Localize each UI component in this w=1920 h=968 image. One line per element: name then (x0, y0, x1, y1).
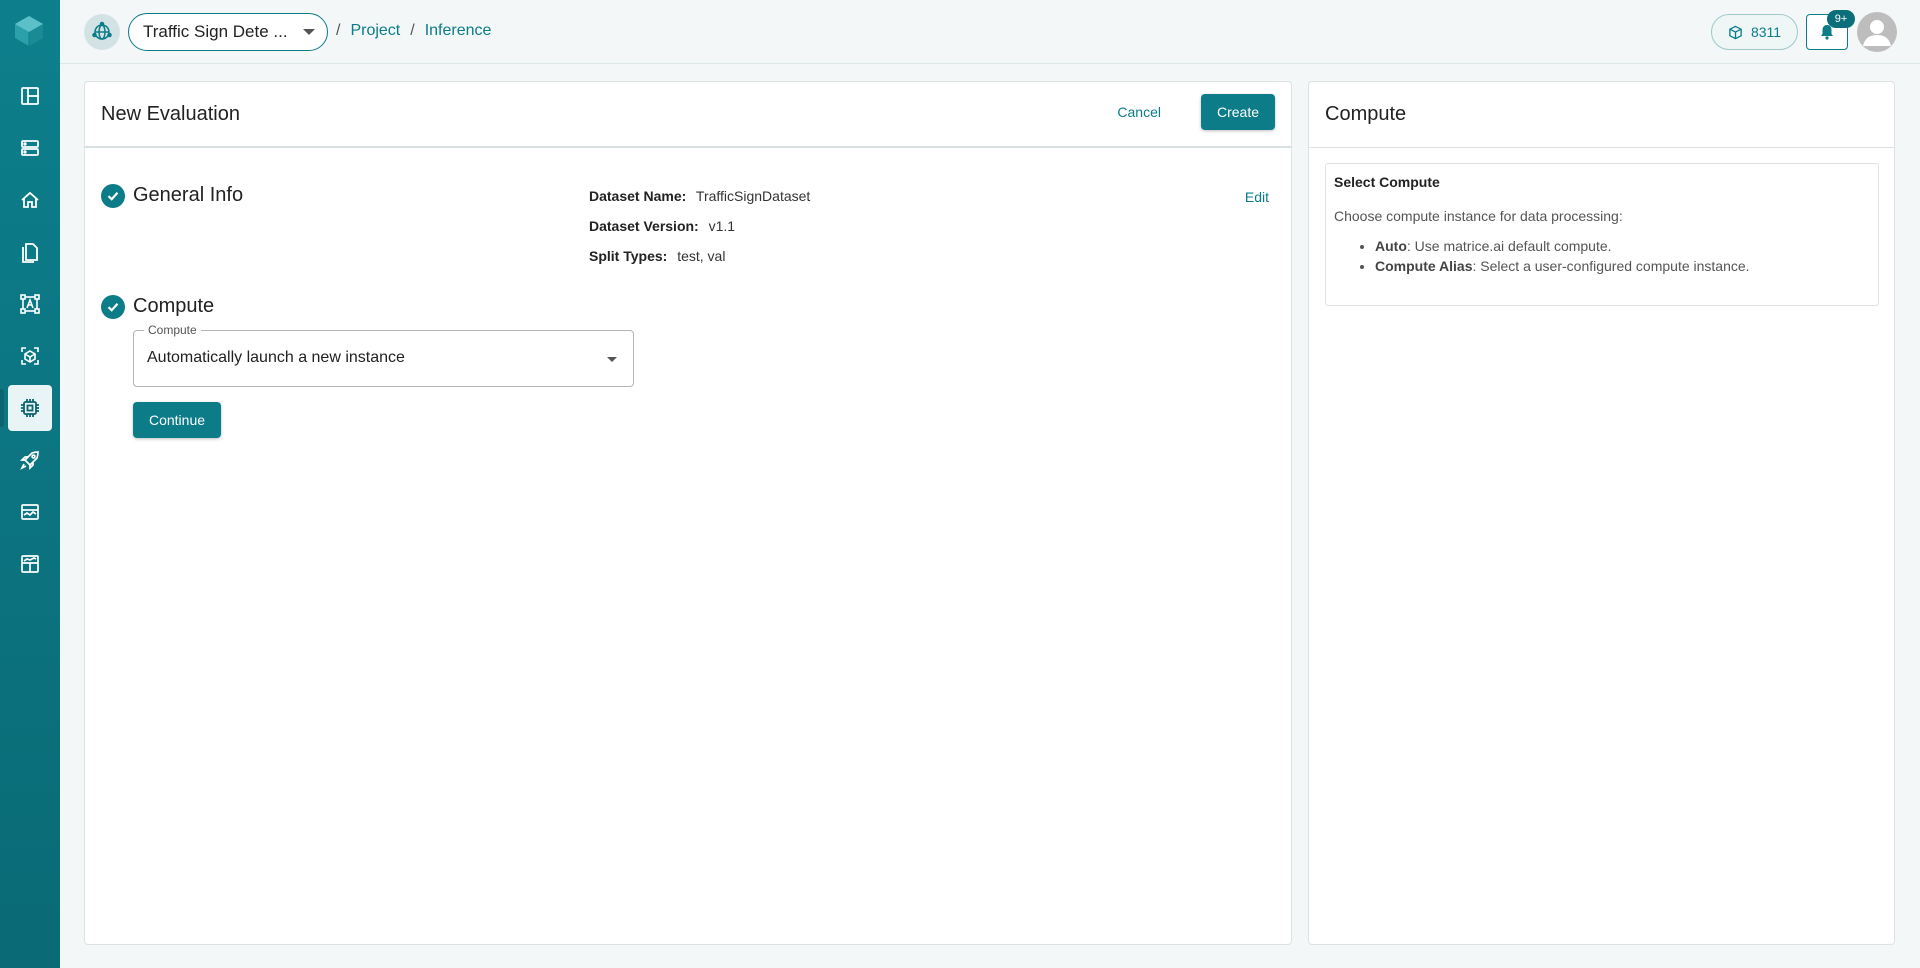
help-title: Select Compute (1334, 174, 1440, 190)
cancel-button[interactable]: Cancel (1117, 104, 1161, 120)
sidebar-item-deploy[interactable] (8, 437, 52, 483)
sidebar-item-layout[interactable] (8, 73, 52, 119)
chevron-down-icon (303, 29, 315, 35)
layout-icon (21, 87, 39, 105)
monitor-icon (21, 504, 39, 520)
dataset-name-row: Dataset Name: TrafficSignDataset (589, 188, 810, 204)
credits-button[interactable]: 8311 (1711, 14, 1798, 50)
help-description: Choose compute instance for data process… (1334, 208, 1623, 224)
compute-field-label: Compute (144, 323, 201, 337)
list-item: Compute Alias: Select a user-configured … (1375, 258, 1870, 274)
sidebar-item-dashboard[interactable] (8, 541, 52, 587)
sidebar-item-files[interactable] (8, 229, 52, 275)
sidebar-item-server[interactable] (8, 125, 52, 171)
check-circle-icon (101, 184, 125, 208)
split-types-value: test, val (677, 248, 726, 264)
new-evaluation-panel: New Evaluation Cancel Create General Inf… (84, 81, 1292, 945)
split-types-row: Split Types: test, val (589, 248, 725, 264)
breadcrumb-separator: / (410, 22, 415, 39)
dashboard-icon (21, 555, 39, 573)
project-name: Traffic Sign Dete ... (143, 22, 288, 41)
compute-help-panel: Compute Select Compute Choose compute in… (1308, 81, 1895, 945)
rocket-icon (19, 451, 39, 471)
general-info-title: General Info (133, 184, 244, 206)
app-logo-icon[interactable] (12, 14, 46, 48)
sidebar-item-inference[interactable] (0, 385, 52, 431)
credits-count: 8311 (1750, 24, 1782, 40)
help-list: Auto: Use matrice.ai default compute. Co… (1334, 238, 1870, 274)
option-desc: : Select a user-configured compute insta… (1472, 258, 1750, 274)
option-term: Compute Alias (1375, 258, 1473, 274)
cube-icon (1729, 25, 1742, 39)
check-circle-icon (101, 295, 125, 319)
side-panel-title: Compute (1325, 103, 1407, 125)
notification-badge: 9+ (1827, 10, 1855, 28)
edit-general-info-link[interactable]: Edit (1245, 189, 1269, 205)
option-term: Auto (1375, 238, 1407, 254)
sidebar (0, 0, 60, 968)
dataset-version-row: Dataset Version: v1.1 (589, 218, 735, 234)
list-item: Auto: Use matrice.ai default compute. (1375, 238, 1870, 254)
top-bar: Traffic Sign Dete ... / Project / Infere… (60, 0, 1920, 64)
server-icon (21, 140, 39, 156)
dataset-name-value: TrafficSignDataset (695, 188, 811, 204)
breadcrumb-project[interactable]: Project (350, 22, 400, 40)
model-icon (21, 347, 39, 365)
create-button[interactable]: Create (1201, 94, 1275, 130)
chevron-down-icon (607, 357, 617, 362)
sidebar-item-home[interactable] (8, 177, 52, 223)
breadcrumb-separator: / (336, 22, 341, 39)
annotation-icon (20, 294, 40, 314)
breadcrumb-inference[interactable]: Inference (425, 22, 492, 40)
user-icon (1863, 20, 1891, 46)
page-title: New Evaluation (101, 102, 240, 125)
sidebar-item-model[interactable] (8, 333, 52, 379)
panel-header: Compute (1309, 82, 1894, 148)
option-desc: : Use matrice.ai default compute. (1406, 238, 1612, 254)
dataset-name-label: Dataset Name: (589, 188, 687, 204)
split-types-label: Split Types: (589, 248, 668, 264)
files-icon (22, 243, 38, 263)
sidebar-item-monitor[interactable] (8, 489, 52, 535)
compute-select[interactable]: Compute Automatically launch a new insta… (133, 323, 634, 387)
project-selector[interactable]: Traffic Sign Dete ... (128, 13, 328, 51)
continue-button[interactable]: Continue (133, 402, 221, 438)
project-icon[interactable] (84, 14, 120, 50)
avatar[interactable] (1857, 12, 1897, 52)
compute-section-title: Compute (133, 295, 215, 317)
compute-field-value: Automatically launch a new instance (147, 349, 405, 366)
panel-header: New Evaluation Cancel Create (85, 82, 1291, 148)
globe-network-icon (92, 21, 112, 40)
breadcrumb: / Project / Inference (336, 22, 491, 40)
dataset-version-value: v1.1 (708, 218, 736, 234)
sidebar-item-annotation[interactable] (8, 281, 52, 327)
help-box: Select Compute Choose compute instance f… (1325, 163, 1879, 306)
chip-icon (21, 399, 39, 417)
dataset-version-label: Dataset Version: (589, 218, 699, 234)
home-icon (21, 191, 39, 208)
